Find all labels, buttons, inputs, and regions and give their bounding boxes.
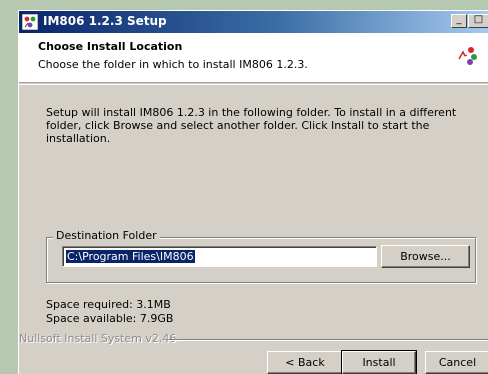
branding-divider <box>169 339 488 341</box>
maximize-icon: □ <box>473 14 484 25</box>
maximize-button[interactable]: □ <box>468 14 488 28</box>
page-header: Choose Install Location Choose the folde… <box>19 33 488 83</box>
destination-folder-value: C:\Program Files\IM806 <box>66 250 195 263</box>
browse-button[interactable]: Browse... <box>381 245 470 268</box>
cancel-button[interactable]: Cancel <box>425 351 488 374</box>
title-bar[interactable]: IM806 1.2.3 Setup _ □ <box>19 11 488 33</box>
nsis-branding: Nullsoft Install System v2.46 <box>19 332 177 345</box>
page-title: Choose Install Location <box>38 40 183 53</box>
destination-folder-label: Destination Folder <box>53 229 160 242</box>
destination-folder-input[interactable]: C:\Program Files\IM806 <box>62 246 377 267</box>
install-location-icon <box>456 44 478 66</box>
window-title: IM806 1.2.3 Setup <box>43 14 167 28</box>
back-button[interactable]: < Back <box>267 351 343 374</box>
instructions-text: Setup will install IM806 1.2.3 in the fo… <box>46 106 457 145</box>
page-subtitle: Choose the folder in which to install IM… <box>38 58 308 71</box>
minimize-icon: _ <box>456 14 462 25</box>
installer-app-icon <box>22 14 38 30</box>
setup-window: IM806 1.2.3 Setup _ □ Choose Install Loc… <box>18 10 488 374</box>
minimize-button[interactable]: _ <box>451 14 467 28</box>
space-available-text: Space available: 7.9GB <box>46 312 174 325</box>
install-button[interactable]: Install <box>341 350 417 374</box>
space-required-text: Space required: 3.1MB <box>46 298 171 311</box>
header-divider <box>19 84 488 85</box>
